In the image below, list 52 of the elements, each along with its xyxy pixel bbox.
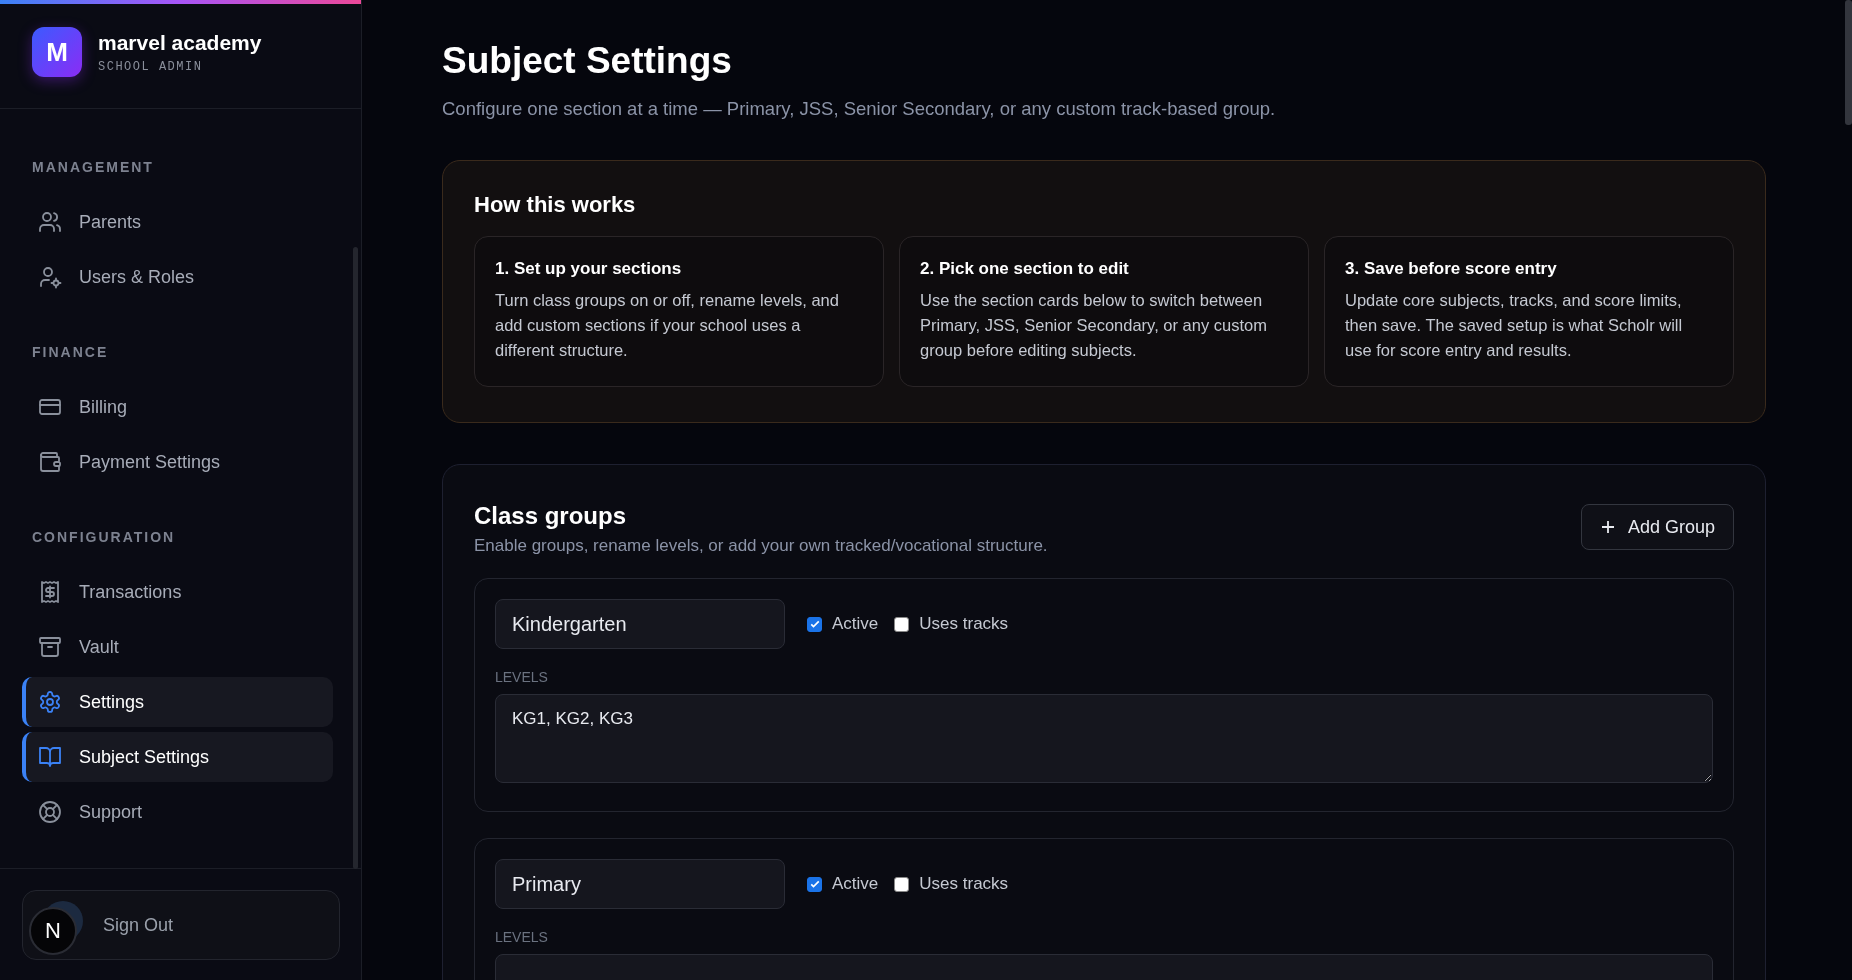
sidebar-item[interactable]: Vault bbox=[22, 622, 333, 672]
section-title: CONFIGURATION bbox=[31, 529, 177, 545]
sidebar-item[interactable]: Users & Roles bbox=[22, 252, 333, 302]
brand-subtitle: SCHOOL ADMIN bbox=[98, 59, 204, 74]
card-subtitle: Enable groups, rename levels, or add your own tracked/vocational structure. bbox=[474, 536, 1048, 556]
sidebar-item[interactable]: Subject Settings bbox=[22, 732, 333, 782]
checkbox-label: Active bbox=[832, 874, 879, 894]
brand-name: marvel academy bbox=[98, 30, 262, 55]
sidebar-item[interactable]: Support bbox=[22, 787, 333, 837]
page-subtitle: Configure one section at a time — Primary, JSS, Senior Secondary, or any custom track-based group. bbox=[442, 98, 1277, 120]
step-text: Use the section cards below to switch between Primary, JSS, Senior Secondary, or any custom group before editing subjects. bbox=[920, 290, 1268, 361]
lifebuoy-icon bbox=[38, 800, 62, 824]
levels-field[interactable]: KG1, KG2, KG3 bbox=[495, 694, 1713, 783]
checkbox[interactable] bbox=[807, 616, 822, 632]
page-title: Subject Settings bbox=[442, 39, 733, 83]
sidebar-item[interactable]: Payment Settings bbox=[22, 437, 333, 487]
card-title: Class groups bbox=[474, 502, 628, 530]
sign-out-button[interactable]: N Sign Out bbox=[22, 890, 340, 960]
checkbox-label: Active bbox=[832, 614, 879, 634]
scrollbar[interactable] bbox=[1845, 0, 1852, 125]
checkbox[interactable] bbox=[894, 616, 910, 632]
step-text: Turn class groups on or off, rename levels, and add custom sections if your school uses a different structure. bbox=[495, 290, 840, 361]
card-title: How this works bbox=[474, 192, 637, 218]
logo: M bbox=[32, 27, 82, 77]
step-text: Update core subjects, tracks, and score limits, then save. The saved setup is what Scholr will use for score entry and results. bbox=[1345, 290, 1684, 361]
sidebar-item[interactable]: Settings bbox=[22, 677, 333, 727]
field-label: LEVELS bbox=[495, 669, 549, 685]
settings-icon bbox=[38, 690, 62, 714]
checkbox[interactable] bbox=[807, 876, 822, 892]
plus-icon bbox=[1599, 519, 1616, 535]
step-title: 3. Save before score entry bbox=[1345, 259, 1558, 279]
field-label: LEVELS bbox=[495, 929, 549, 945]
receipt-icon bbox=[38, 580, 62, 604]
book-icon bbox=[38, 745, 62, 769]
step-title: 2. Pick one section to edit bbox=[920, 259, 1130, 279]
wallet-icon bbox=[38, 450, 62, 474]
user-gear-icon bbox=[38, 265, 62, 289]
checkbox[interactable] bbox=[894, 876, 910, 892]
sidebar-item[interactable]: Parents bbox=[22, 197, 333, 247]
users-icon bbox=[38, 210, 62, 234]
sidebar-item[interactable]: Transactions bbox=[22, 567, 333, 617]
section-title: FINANCE bbox=[31, 344, 110, 360]
step-title: 1. Set up your sections bbox=[495, 259, 683, 279]
checkbox-label: Uses tracks bbox=[919, 874, 1009, 894]
add-group-button[interactable]: Add Group bbox=[1580, 504, 1734, 550]
group-name-field[interactable]: Primary bbox=[495, 859, 785, 909]
scrollbar[interactable] bbox=[353, 247, 358, 869]
sidebar-item[interactable]: Billing bbox=[22, 382, 333, 432]
group-name-field[interactable]: Kindergarten bbox=[495, 599, 785, 649]
checkbox-label: Uses tracks bbox=[919, 614, 1009, 634]
archive-icon bbox=[38, 635, 62, 659]
section-title: MANAGEMENT bbox=[31, 159, 155, 175]
